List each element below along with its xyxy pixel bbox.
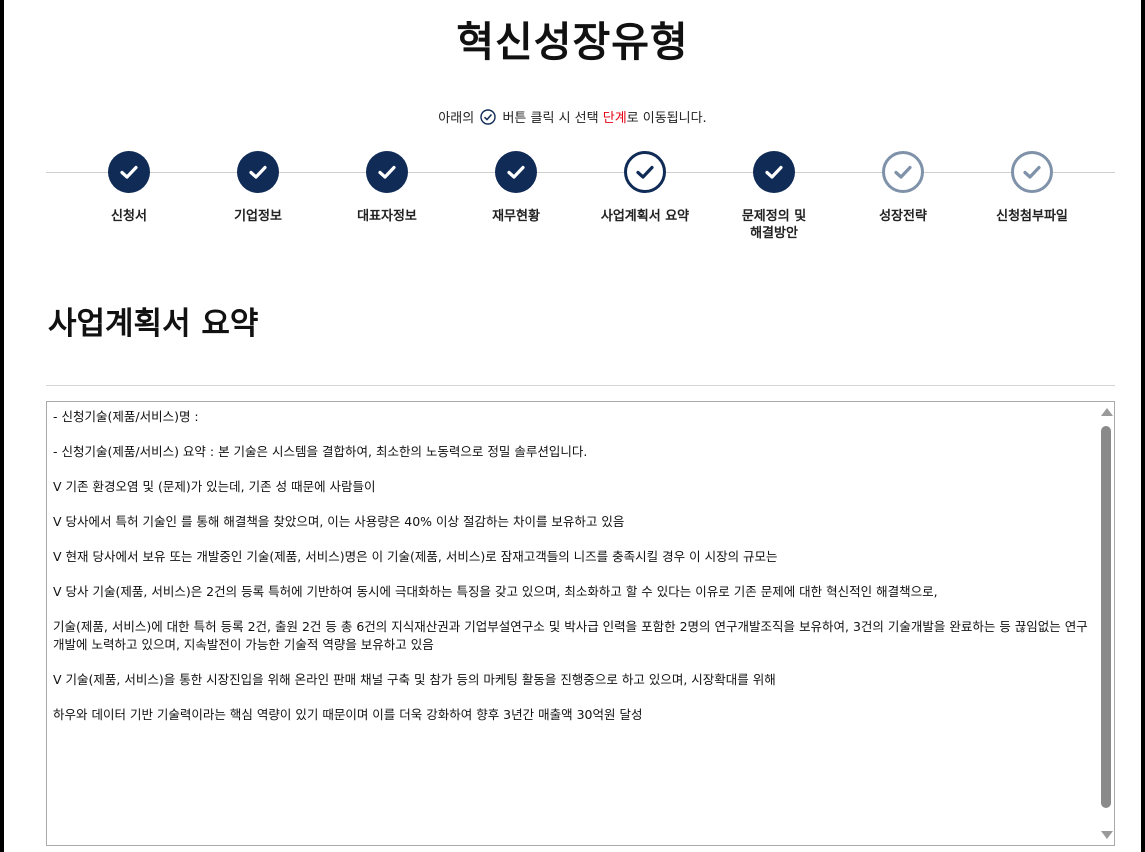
check-circle-icon[interactable] xyxy=(366,151,408,193)
step-item[interactable]: 재무현황 xyxy=(446,151,586,225)
hint-highlight: 단계 xyxy=(602,111,627,126)
summary-content: - 신청기술(제품/서비스)명 : - 신청기술(제품/서비스) 요약 : 본 기… xyxy=(53,408,1092,741)
summary-paragraph: V 당사 기술(제품, 서비스)은 2건의 등록 특허에 기반하여 동시에 극대… xyxy=(53,584,938,599)
check-circle-icon[interactable] xyxy=(882,151,924,193)
step-label: 문제정의 및 해결방안 xyxy=(741,209,807,241)
hint-text-after: 로 이동됩니다. xyxy=(626,111,707,126)
section-title: 사업계획서 요약 xyxy=(48,306,259,342)
hint-text-middle: 버튼 클릭 시 선택 xyxy=(502,111,599,126)
summary-paragraph: 기술(제품, 서비스)에 대한 특허 등록 2건, 출원 2건 등 총 6건의 … xyxy=(53,619,1088,652)
summary-paragraph: V 현재 당사에서 보유 또는 개발중인 기술(제품, 서비스)명은 이 기술(… xyxy=(53,549,778,564)
step-label: 기업정보 xyxy=(234,209,282,224)
summary-paragraph: V 기존 환경오염 및 (문제)가 있는데, 기존 성 때문에 사람들이 xyxy=(53,479,376,494)
summary-paragraph: - 신청기술(제품/서비스)명 : xyxy=(53,409,199,424)
step-item[interactable]: 기업정보 xyxy=(188,151,328,225)
scrollbar[interactable] xyxy=(1098,402,1114,845)
step-label: 재무현황 xyxy=(492,209,540,224)
step-label: 성장전략 xyxy=(879,209,927,224)
summary-paragraph: - 신청기술(제품/서비스) 요약 : 본 기술은 시스템을 결합하여, 최소한… xyxy=(53,444,588,459)
scrollbar-thumb[interactable] xyxy=(1101,426,1111,808)
step-label: 신청첨부파일 xyxy=(996,209,1068,224)
step-label: 신청서 xyxy=(111,209,147,224)
check-circle-icon[interactable] xyxy=(1011,151,1053,193)
check-circle-icon[interactable] xyxy=(624,151,666,193)
summary-paragraph: 하우와 데이터 기반 기술력이라는 핵심 역량이 있기 때문이며 이를 더욱 강… xyxy=(53,707,643,722)
page-title: 혁신성장유형 xyxy=(456,18,689,66)
business-summary-textarea[interactable]: - 신청기술(제품/서비스)명 : - 신청기술(제품/서비스) 요약 : 본 기… xyxy=(46,401,1115,846)
step-item[interactable]: 신청첨부파일 xyxy=(962,151,1102,225)
scroll-up-icon[interactable] xyxy=(1101,408,1113,416)
check-circle-icon[interactable] xyxy=(495,151,537,193)
step-item[interactable]: 사업계획서 요약 xyxy=(575,151,715,225)
step-hint: 아래의 버튼 클릭 시 선택 단계로 이동됩니다. xyxy=(4,107,1141,126)
step-label: 대표자정보 xyxy=(357,209,417,224)
step-item[interactable]: 성장전략 xyxy=(833,151,973,225)
step-item[interactable]: 문제정의 및 해결방안 xyxy=(704,151,844,242)
step-item[interactable]: 대표자정보 xyxy=(317,151,457,225)
check-circle-icon[interactable] xyxy=(108,151,150,193)
summary-paragraph: V 당사에서 특허 기술인 를 통해 해결책을 찾았으며, 이는 사용량은 40… xyxy=(53,514,625,529)
page: 혁신성장유형 아래의 버튼 클릭 시 선택 단계로 이동됩니다. 신청서 기업정보… xyxy=(4,0,1141,852)
step-item[interactable]: 신청서 xyxy=(59,151,199,225)
section-divider xyxy=(46,385,1115,386)
step-label: 사업계획서 요약 xyxy=(600,209,690,224)
hint-text-before: 아래의 xyxy=(438,111,475,126)
scroll-down-icon[interactable] xyxy=(1101,831,1113,839)
check-circle-icon xyxy=(480,109,497,125)
summary-paragraph: V 기술(제품, 서비스)을 통한 시장진입을 위해 온라인 판매 채널 구축 … xyxy=(53,672,776,687)
check-circle-icon[interactable] xyxy=(237,151,279,193)
check-circle-icon[interactable] xyxy=(753,151,795,193)
